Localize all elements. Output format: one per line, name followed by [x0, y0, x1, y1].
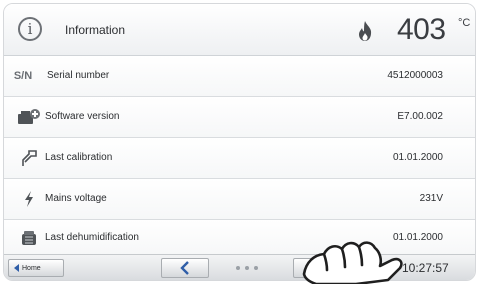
row-label: Last calibration — [45, 152, 113, 163]
temperature-value: 403 — [397, 13, 446, 46]
page-indicator — [236, 266, 258, 270]
row-value: 01.01.2000 — [392, 152, 443, 163]
row-value: E7.00.002 — [397, 111, 443, 122]
header-bar: i Information 403 °C — [4, 4, 475, 56]
touch-hand-icon — [302, 241, 403, 284]
info-row-serial-number: S/N Serial number 4512000003 — [4, 56, 475, 97]
row-value: 4512000003 — [387, 70, 443, 81]
row-label: Software version — [45, 111, 120, 122]
flame-icon — [359, 21, 372, 41]
back-triangle-icon — [14, 264, 19, 272]
row-label: Mains voltage — [45, 193, 107, 204]
page-dot — [254, 266, 258, 270]
previous-page-button[interactable] — [161, 258, 209, 278]
software-icon — [16, 105, 42, 129]
page-dot — [245, 266, 249, 270]
info-icon: i — [18, 17, 42, 41]
chevron-left-icon — [180, 261, 189, 275]
home-button-label: Home — [22, 264, 41, 272]
page-dot — [236, 266, 240, 270]
page-title: Information — [65, 23, 126, 37]
row-value: 231V — [419, 193, 443, 204]
temperature-unit: °C — [458, 17, 471, 29]
info-row-mains-voltage: Mains voltage 231V — [4, 179, 475, 220]
home-button[interactable]: Home — [8, 259, 64, 277]
info-row-last-calibration: Last calibration 01.01.2000 — [4, 138, 475, 179]
clock-time: 10:27:57 — [402, 261, 449, 275]
dehumidification-icon — [16, 226, 42, 250]
row-label: Serial number — [47, 70, 110, 81]
row-label: Last dehumidification — [45, 232, 139, 243]
lightning-icon — [16, 187, 42, 211]
calibration-icon — [16, 146, 42, 170]
info-row-software-version: Software version E7.00.002 — [4, 97, 475, 138]
sn-icon: S/N — [13, 70, 33, 82]
